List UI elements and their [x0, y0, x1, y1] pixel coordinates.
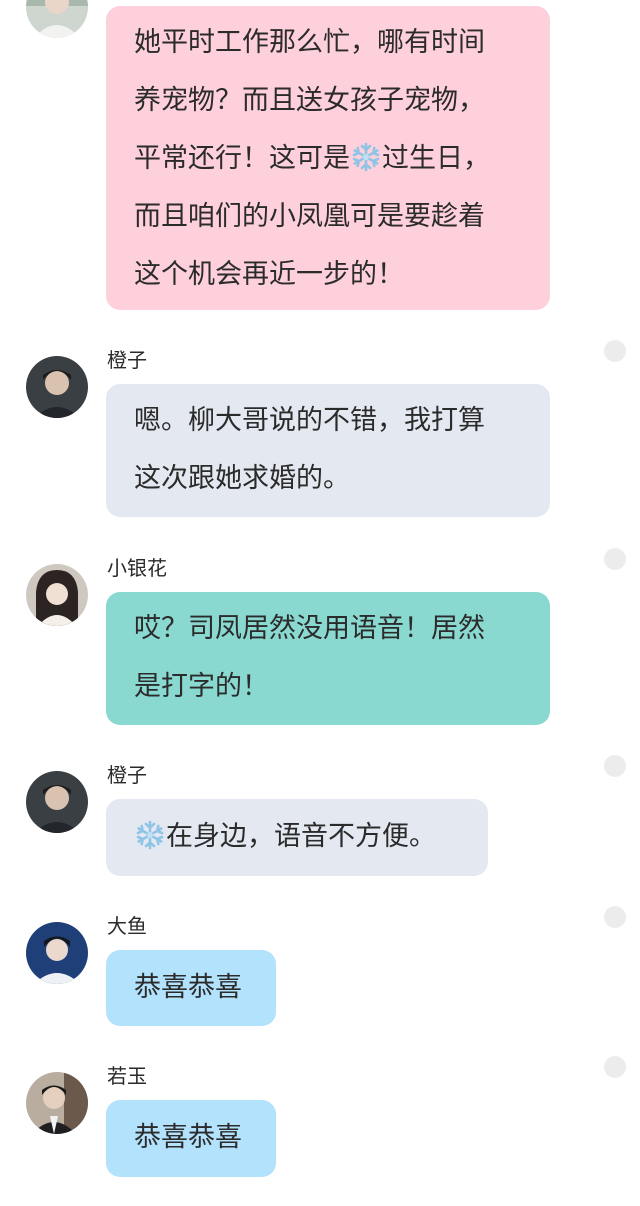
message-bubble[interactable]: 哎？司凤居然没用语音！居然 是打字的！: [106, 592, 550, 725]
message-text-line: 而且咱们的小凤凰可是要趁着: [134, 201, 485, 232]
message-text-line: 恭喜恭喜: [134, 972, 242, 1003]
sender-name: 橙子: [107, 348, 147, 372]
message-bubble[interactable]: 恭喜恭喜: [106, 1100, 276, 1177]
sender-name: 若玉: [107, 1064, 147, 1088]
unread-dot: [604, 1056, 626, 1078]
message-bubble[interactable]: 恭喜恭喜: [106, 950, 276, 1026]
chat-message: 若玉 恭喜恭喜: [0, 1056, 640, 1178]
sender-avatar[interactable]: [26, 771, 88, 833]
message-text-line: 是打字的！: [134, 671, 269, 702]
chat-message: 大鱼 恭喜恭喜: [0, 906, 640, 1027]
message-text-line: 嗯。柳大哥说的不错，我打算: [134, 405, 485, 436]
message-text-line: 养宠物？而且送女孩子宠物，: [134, 85, 485, 116]
message-text-line: 在身边，语音不方便。: [134, 808, 462, 866]
sender-avatar[interactable]: [26, 564, 88, 626]
message-text-line: 恭喜恭喜: [134, 1122, 242, 1153]
sender-avatar[interactable]: [26, 356, 88, 418]
unread-dot: [604, 906, 626, 928]
sender-name: 大鱼: [107, 914, 147, 938]
unread-dot: [604, 340, 626, 362]
sender-avatar[interactable]: [26, 922, 88, 984]
snowflake-icon: [134, 819, 166, 851]
chat-message: 小银花 哎？司凤居然没用语音！居然 是打字的！: [0, 548, 640, 726]
message-text-line: 她平时工作那么忙，哪有时间: [134, 27, 485, 58]
chat-message: 橙子 嗯。柳大哥说的不错，我打算 这次跟她求婚的。: [0, 340, 640, 518]
chat-message: 她平时工作那么忙，哪有时间 养宠物？而且送女孩子宠物， 平常还行！这可是 过生日，…: [0, 0, 640, 310]
sender-name: 小银花: [107, 556, 167, 580]
message-text-line: 平常还行！这可是 过生日，: [134, 141, 490, 174]
unread-dot: [604, 548, 626, 570]
unread-dot: [604, 755, 626, 777]
message-bubble[interactable]: 嗯。柳大哥说的不错，我打算 这次跟她求婚的。: [106, 384, 550, 517]
message-text-line: 这次跟她求婚的。: [134, 463, 350, 494]
message-bubble[interactable]: 她平时工作那么忙，哪有时间 养宠物？而且送女孩子宠物， 平常还行！这可是 过生日，…: [106, 6, 550, 310]
snowflake-icon: [350, 141, 382, 173]
message-bubble[interactable]: 在身边，语音不方便。: [106, 799, 488, 876]
sender-avatar[interactable]: [26, 0, 88, 38]
chat-message-list[interactable]: 她平时工作那么忙，哪有时间 养宠物？而且送女孩子宠物， 平常还行！这可是 过生日，…: [0, 0, 640, 1206]
message-text-line: 哎？司凤居然没用语音！居然: [134, 613, 485, 644]
sender-name: 橙子: [107, 763, 147, 787]
chat-message: 橙子 在身边，语音不方便。: [0, 755, 640, 877]
message-text-line: 这个机会再近一步的！: [134, 259, 404, 290]
sender-avatar[interactable]: [26, 1072, 88, 1134]
